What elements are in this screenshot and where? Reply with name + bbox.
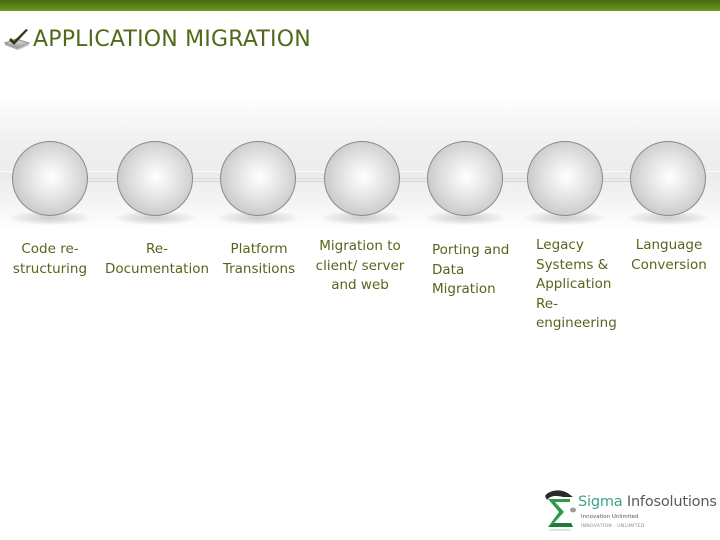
slide-title: APPLICATION MIGRATION (33, 27, 311, 52)
company-tagline: Innovation Unlimited (581, 514, 639, 520)
step-label-7: Language Conversion (631, 237, 707, 273)
step-label-4: Migration to client/ server and web (315, 238, 405, 293)
header-accent-bar (0, 0, 720, 11)
timeline-connector (599, 178, 634, 182)
checkmark-checkbox-icon (3, 29, 31, 50)
step-sphere-6 (527, 141, 603, 216)
step-sphere-1 (12, 141, 88, 216)
step-sphere-7 (630, 141, 706, 216)
company-name: Sigma Infosolutions (578, 494, 717, 510)
step-label-5: Porting and Data Migration (432, 242, 510, 297)
step-label-6: Legacy Systems & Application Re- enginee… (536, 237, 617, 331)
timeline-connector (189, 178, 224, 182)
slide-title-row: APPLICATION MIGRATION (2, 20, 311, 60)
step-label-3: Platform Transitions (222, 241, 296, 277)
step-label-1: Code re- structuring (12, 241, 88, 277)
company-subline: INNOVATION · UNLIMITED (581, 524, 645, 529)
step-sphere-5 (427, 141, 503, 216)
timeline-connector (292, 178, 328, 182)
company-logo: Sigma Infosolutions Innovation Unlimited… (543, 488, 717, 534)
timeline-connector (84, 178, 121, 182)
step-label-2: Re- Documentation (104, 241, 210, 277)
sigma-logo-icon (545, 490, 576, 531)
timeline-connector (396, 178, 431, 182)
step-sphere-3 (220, 141, 296, 216)
step-sphere-4 (324, 141, 400, 216)
step-sphere-2 (117, 141, 193, 216)
